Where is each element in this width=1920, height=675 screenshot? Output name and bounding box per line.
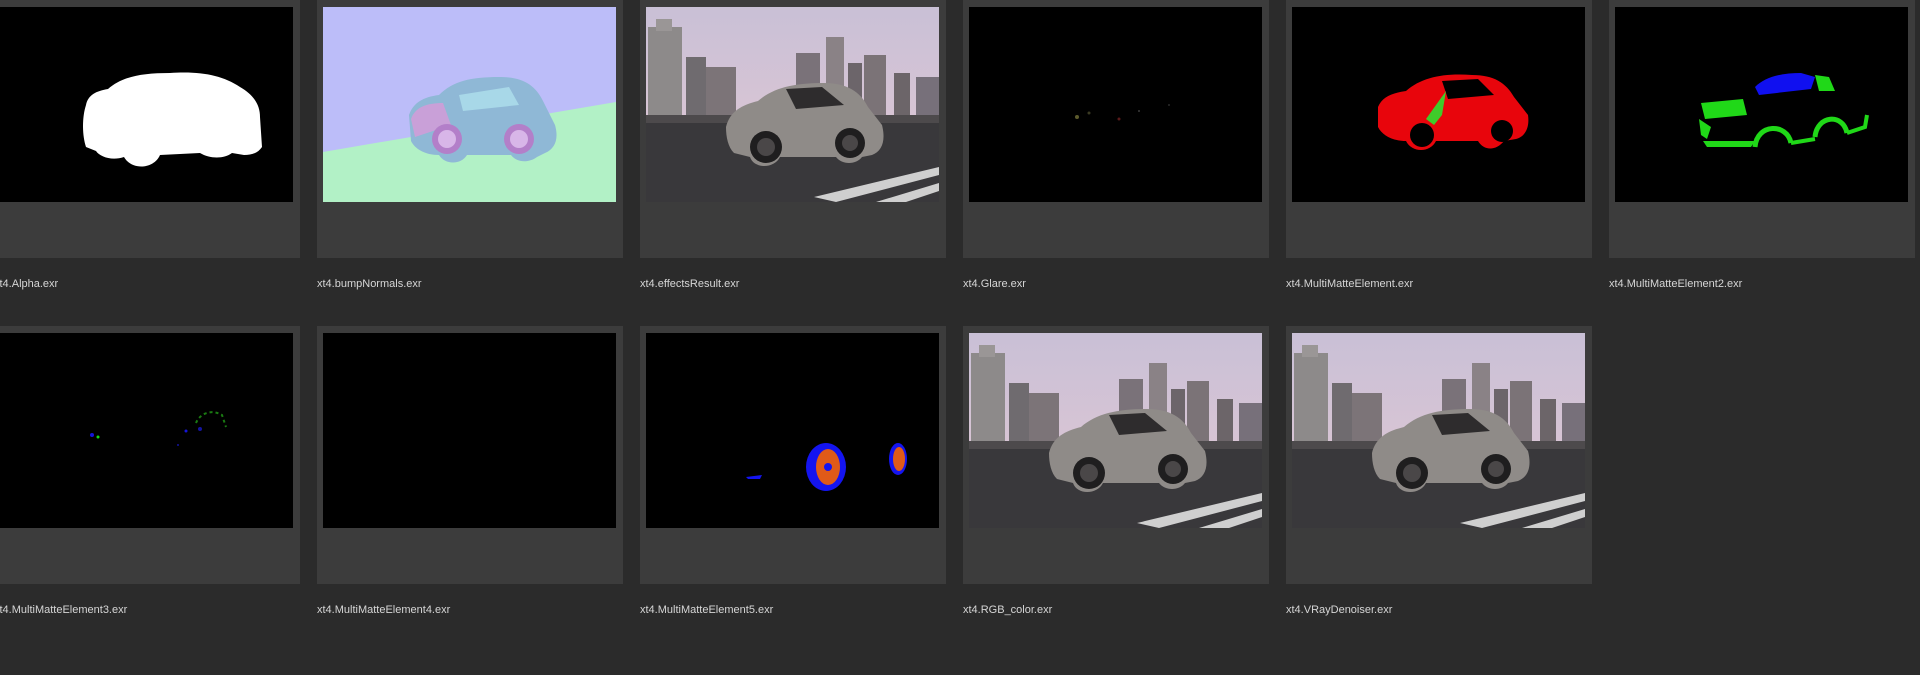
file-tile-multimatte-element5[interactable]: xt4.MultiMatteElement5.exr: [640, 326, 956, 634]
file-thumbnail-grid: xt4.Alpha.exr xt4.bumpNormals.exr xt4.ef…: [0, 0, 1920, 675]
file-name: xt4.VRayDenoiser.exr: [1286, 604, 1393, 616]
thumbnail-preview-normals: [323, 7, 616, 202]
thumbnail-preview-matte-red: [1292, 7, 1585, 202]
file-tile-bump-normals[interactable]: xt4.bumpNormals.exr: [317, 0, 633, 308]
file-name: xt4.MultiMatteElement5.exr: [640, 604, 774, 616]
file-name: xt4.bumpNormals.exr: [317, 278, 422, 290]
file-tile-multimatte-element2[interactable]: xt4.MultiMatteElement2.exr: [1609, 0, 1920, 308]
thumbnail-preview-effects-result: [646, 7, 939, 202]
file-tile-effects-result[interactable]: xt4.effectsResult.exr: [640, 0, 956, 308]
file-tile-rgb-color[interactable]: xt4.RGB_color.exr: [963, 326, 1279, 634]
thumbnail-preview-black: [323, 333, 616, 528]
thumbnail-preview-glare: [969, 7, 1262, 202]
file-tile-multimatte-element4[interactable]: xt4.MultiMatteElement4.exr: [317, 326, 633, 634]
thumbnail-preview-matte-green: [1615, 7, 1908, 202]
file-tile-multimatte-element3[interactable]: xt4.MultiMatteElement3.exr: [0, 326, 310, 634]
thumbnail-preview-rgb-color: [969, 333, 1262, 528]
file-name: xt4.effectsResult.exr: [640, 278, 740, 290]
file-tile-vray-denoiser[interactable]: xt4.VRayDenoiser.exr: [1286, 326, 1602, 634]
file-name: xt4.MultiMatteElement4.exr: [317, 604, 451, 616]
file-tile-alpha[interactable]: xt4.Alpha.exr: [0, 0, 310, 308]
file-name: xt4.MultiMatteElement2.exr: [1609, 278, 1743, 290]
thumbnail-preview-vray-denoiser: [1292, 333, 1585, 528]
file-name: xt4.MultiMatteElement3.exr: [0, 604, 128, 616]
file-name: xt4.MultiMatteElement.exr: [1286, 278, 1414, 290]
file-name: xt4.Glare.exr: [963, 278, 1026, 290]
thumbnail-preview-matte-sparse: [0, 333, 293, 528]
file-tile-glare[interactable]: xt4.Glare.exr: [963, 0, 1279, 308]
thumbnail-preview-alpha: [0, 7, 293, 202]
file-name: xt4.RGB_color.exr: [963, 604, 1053, 616]
thumbnail-preview-matte-wheels: [646, 333, 939, 528]
file-name: xt4.Alpha.exr: [0, 278, 59, 290]
file-tile-multimatte-element[interactable]: xt4.MultiMatteElement.exr: [1286, 0, 1602, 308]
